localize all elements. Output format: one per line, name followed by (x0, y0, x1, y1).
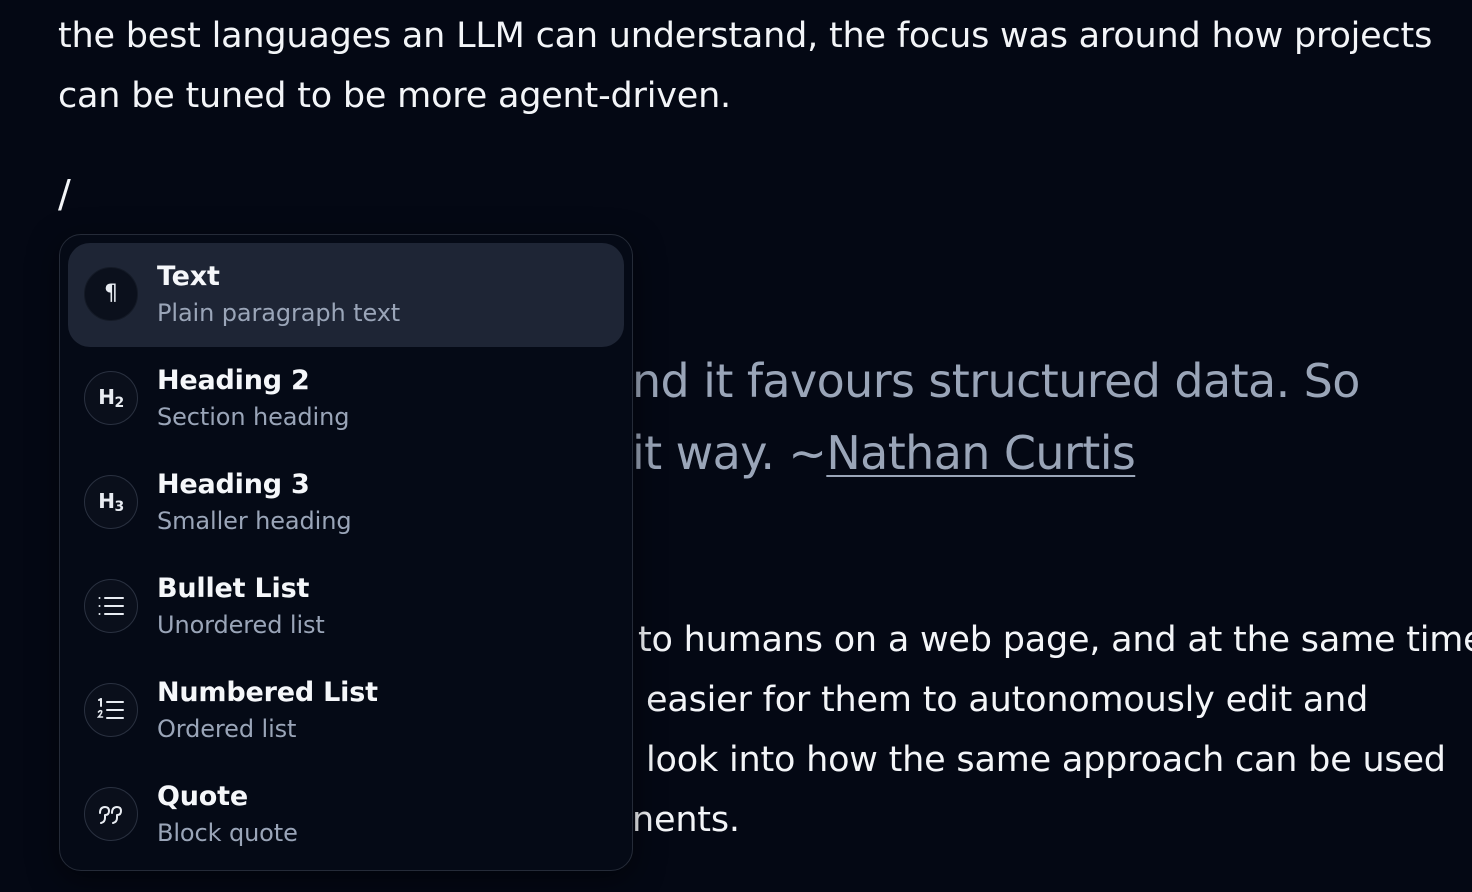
menu-item-description: Section heading (157, 403, 350, 431)
author-link[interactable]: Nathan Curtis (826, 426, 1136, 480)
menu-item-heading-3[interactable]: H3 Heading 3 Smaller heading (68, 451, 624, 555)
slash-command-menu: ¶ Text Plain paragraph text H2 Heading 2… (59, 234, 633, 871)
blockquote-line: nd it favours structured data. So (632, 354, 1360, 408)
menu-item-quote[interactable]: Quote Block quote (68, 763, 624, 867)
paragraph-line: can be tuned to be more agent-driven. (58, 76, 731, 116)
menu-item-title: Numbered List (157, 677, 378, 708)
blockquote-text: it way. ~ (632, 426, 827, 480)
paragraph-line: easier for them to autonomously edit and (646, 680, 1369, 720)
menu-item-title: Quote (157, 781, 248, 812)
heading-2-icon: H2 (84, 371, 138, 425)
menu-item-description: Unordered list (157, 611, 325, 639)
slash-command-input[interactable]: / (58, 164, 71, 224)
menu-item-title: Heading 2 (157, 365, 310, 396)
paragraph-line: to humans on a web page, and at the same… (638, 620, 1472, 660)
menu-item-numbered-list[interactable]: Numbered List Ordered list (68, 659, 624, 763)
heading-3-icon: H3 (84, 475, 138, 529)
menu-item-title: Bullet List (157, 573, 310, 604)
paragraph-line: nents. (632, 800, 740, 840)
bullet-list-icon (84, 579, 138, 633)
quote-icon (84, 787, 138, 841)
menu-item-bullet-list[interactable]: Bullet List Unordered list (68, 555, 624, 659)
menu-item-description: Ordered list (157, 715, 297, 743)
menu-item-title: Heading 3 (157, 469, 310, 500)
menu-item-description: Plain paragraph text (157, 299, 401, 327)
menu-item-description: Smaller heading (157, 507, 352, 535)
paragraph-line: the best languages an LLM can understand… (58, 16, 1433, 56)
paragraph-line: look into how the same approach can be u… (646, 740, 1446, 780)
menu-item-title: Text (157, 261, 220, 292)
pilcrow-icon: ¶ (84, 267, 138, 321)
menu-item-text[interactable]: ¶ Text Plain paragraph text (68, 243, 624, 347)
menu-item-description: Block quote (157, 819, 298, 847)
blockquote-line: it way. ~Nathan Curtis (632, 417, 1136, 489)
numbered-list-icon (84, 683, 138, 737)
menu-item-heading-2[interactable]: H2 Heading 2 Section heading (68, 347, 624, 451)
